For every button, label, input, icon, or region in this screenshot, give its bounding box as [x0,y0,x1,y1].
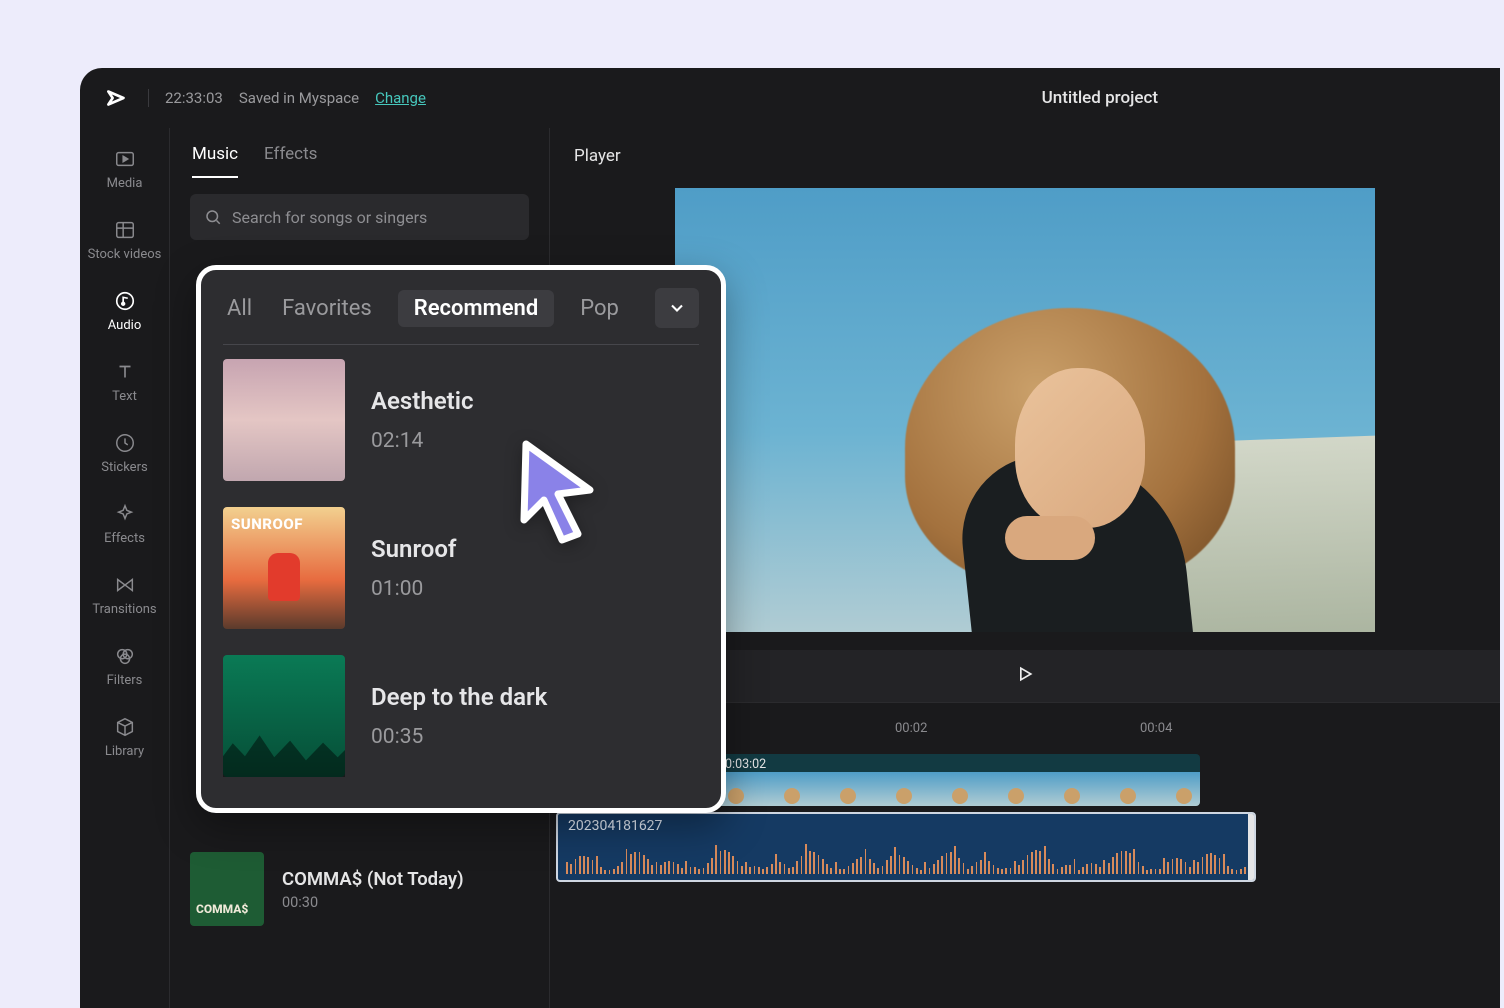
tab-music[interactable]: Music [192,144,238,178]
sidebar-item-label: Transitions [92,602,156,617]
clock-icon [114,432,136,454]
search-input[interactable]: Search for songs or singers [190,194,529,240]
circles-icon [114,645,136,667]
ruler-tick: 00:02 [895,721,927,736]
popup-song-list: Aesthetic 02:14 Sunroof 01:00 Deep to th… [223,345,699,777]
save-location: Saved in Myspace [239,89,359,107]
sidebar-item-label: Media [107,176,143,191]
grid-icon [114,219,136,241]
panel-tabs: Music Effects [170,128,549,178]
song-duration: 02:14 [371,429,473,453]
text-icon [114,361,136,383]
popup-song-item[interactable]: Sunroof 01:00 [223,507,699,629]
topbar: 22:33:03 Saved in Myspace Change Untitle… [80,68,1500,128]
sidebar-item-stickers[interactable]: Stickers [80,418,169,489]
cursor-pointer-icon [512,434,608,546]
sidebar-item-transitions[interactable]: Transitions [80,560,169,631]
filter-favorites[interactable]: Favorites [278,290,376,327]
album-art [190,852,264,926]
popup-song-item[interactable]: Deep to the dark 00:35 [223,655,699,777]
search-placeholder: Search for songs or singers [232,208,427,227]
filter-recommend[interactable]: Recommend [398,290,554,327]
sidebar-item-label: Audio [108,318,141,333]
sidebar-item-label: Stickers [101,460,147,475]
video-preview[interactable] [675,188,1375,632]
album-art [223,507,345,629]
media-icon [114,148,136,170]
filter-all[interactable]: All [223,290,256,327]
tab-effects[interactable]: Effects [264,144,317,178]
audio-track[interactable]: 202304181627 [550,808,1500,890]
audio-clip-label: 202304181627 [558,814,1254,838]
song-duration: 00:30 [282,894,464,911]
play-button[interactable] [1015,664,1035,688]
play-icon [1015,664,1035,684]
sidebar-item-media[interactable]: Media [80,134,169,205]
album-art [223,655,345,777]
sidebar-item-label: Effects [104,531,145,546]
song-title: Aesthetic [371,387,473,415]
waveform [566,844,1246,874]
audio-icon [114,290,136,312]
song-item[interactable]: COMMA$ (Not Today) 00:30 [170,842,484,936]
clip-handle-right[interactable] [1248,812,1256,882]
song-title: Sunroof [371,535,456,563]
sidebar-item-text[interactable]: Text [80,347,169,418]
app-logo-icon [102,83,132,113]
cube-icon [114,716,136,738]
audio-clip[interactable]: 202304181627 [556,812,1256,882]
album-art [223,359,345,481]
divider [148,89,149,107]
sidebar-item-label: Text [112,389,137,404]
chevron-down-icon [667,298,687,318]
sidebar-item-label: Stock videos [88,247,162,262]
song-title: Deep to the dark [371,683,547,711]
sidebar-item-label: Library [105,744,144,759]
popup-song-item[interactable]: Aesthetic 02:14 [223,359,699,481]
sidebar-item-library[interactable]: Library [80,702,169,773]
search-icon [204,208,222,226]
song-duration: 00:35 [371,725,547,749]
song-title: COMMA$ (Not Today) [282,868,464,890]
popup-filter-tabs: All Favorites Recommend Pop [223,288,699,345]
project-title: Untitled project [1042,88,1158,108]
bowtie-icon [114,574,136,596]
sidebar-nav: Media Stock videos Audio Text Stickers E… [80,128,170,1008]
sidebar-item-effects[interactable]: Effects [80,489,169,560]
filter-more-button[interactable] [655,288,699,328]
song-duration: 01:00 [371,577,456,601]
player-header: Player [550,128,1500,184]
change-location-link[interactable]: Change [375,89,426,107]
music-recommend-popup: All Favorites Recommend Pop Aesthetic 02… [196,265,726,813]
filter-pop[interactable]: Pop [576,290,623,327]
sidebar-item-label: Filters [107,673,143,688]
sidebar-item-stockvideos[interactable]: Stock videos [80,205,169,276]
save-timestamp: 22:33:03 [165,89,223,107]
sidebar-item-filters[interactable]: Filters [80,631,169,702]
sidebar-item-audio[interactable]: Audio [80,276,169,347]
ruler-tick: 00:04 [1140,721,1172,736]
sparkle-icon [114,503,136,525]
